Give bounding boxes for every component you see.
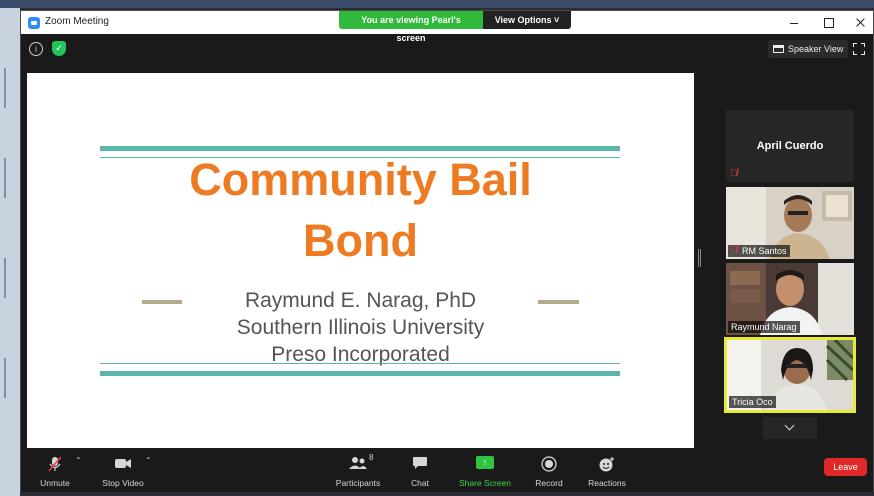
participant-name: Raymund Narag bbox=[728, 321, 800, 333]
unmute-button[interactable]: Unmute bbox=[31, 452, 79, 488]
share-screen-icon: ↑ bbox=[476, 456, 494, 469]
slide-title-line-2: Bond bbox=[303, 215, 418, 266]
video-options-caret[interactable]: ⌃ bbox=[145, 456, 152, 465]
mic-muted-icon: 🎙̸ bbox=[730, 168, 738, 179]
participant-name: April Cuerdo bbox=[756, 140, 824, 152]
participant-tile[interactable]: April Cuerdo 🎙̸ bbox=[726, 110, 854, 182]
participants-icon bbox=[349, 457, 367, 469]
reactions-button[interactable]: Reactions bbox=[585, 452, 629, 488]
screen-share-banner: You are viewing Pearl's screen View Opti… bbox=[339, 11, 571, 43]
desktop-taskbar-strip bbox=[0, 0, 874, 8]
panel-resize-handle[interactable] bbox=[698, 249, 701, 267]
unmute-label: Unmute bbox=[40, 478, 70, 488]
chat-button[interactable]: Chat bbox=[403, 452, 437, 488]
participant-tile[interactable]: Raymund Narag bbox=[726, 263, 854, 335]
participant-tile-active-speaker[interactable]: Tricia Oco bbox=[724, 337, 856, 413]
reactions-icon bbox=[599, 457, 614, 472]
desktop-background bbox=[0, 8, 20, 496]
speaker-view-button[interactable]: Speaker View bbox=[768, 40, 848, 58]
audio-options-caret[interactable]: ⌃ bbox=[75, 456, 82, 465]
record-label: Record bbox=[535, 478, 563, 488]
viewing-screen-label: You are viewing Pearl's screen bbox=[339, 11, 483, 43]
speaker-view-label: Speaker View bbox=[788, 44, 844, 54]
close-button[interactable] bbox=[843, 14, 874, 31]
participant-name: 🎙̸ RM Santos bbox=[728, 245, 790, 257]
video-camera-icon bbox=[115, 459, 131, 468]
fullscreen-icon[interactable] bbox=[853, 43, 865, 55]
speaker-view-icon bbox=[773, 45, 784, 53]
slide-top-accent-bar bbox=[100, 146, 620, 151]
stop-video-button[interactable]: Stop Video bbox=[97, 452, 149, 488]
stop-video-label: Stop Video bbox=[102, 478, 144, 488]
maximize-button[interactable] bbox=[811, 14, 845, 31]
view-options-button[interactable]: View Options ˅ bbox=[483, 11, 571, 29]
chat-icon bbox=[413, 457, 427, 469]
slide-bottom-accent-line bbox=[100, 363, 620, 364]
share-screen-label: Share Screen bbox=[459, 478, 511, 488]
participants-button[interactable]: 8 Participants bbox=[333, 452, 383, 488]
shared-screen-slide: Community Bail Bond Raymund E. Narag, Ph… bbox=[27, 73, 694, 448]
chat-label: Chat bbox=[411, 478, 429, 488]
slide-title-line-1: Community Bail bbox=[189, 154, 532, 205]
window-title: Zoom Meeting bbox=[45, 16, 109, 27]
participant-name: Tricia Oco bbox=[729, 396, 776, 408]
info-icon[interactable]: i bbox=[29, 42, 43, 56]
presenter-affiliation: Southern Illinois University bbox=[236, 316, 485, 339]
record-button[interactable]: Record bbox=[531, 452, 567, 488]
minimize-button[interactable] bbox=[777, 14, 811, 31]
presenter-name: Raymund E. Narag, PhD bbox=[244, 289, 477, 312]
mic-muted-icon: 🎙̸ bbox=[730, 245, 738, 256]
participants-count: 8 bbox=[369, 453, 374, 462]
zoom-meeting-window: Zoom Meeting You are viewing Pearl's scr… bbox=[20, 10, 874, 492]
slide-bottom-accent-bar bbox=[100, 371, 620, 376]
record-icon bbox=[541, 456, 557, 472]
reactions-label: Reactions bbox=[588, 478, 626, 488]
participant-tile[interactable]: 🎙̸ RM Santos bbox=[726, 187, 854, 259]
leave-button[interactable]: Leave bbox=[824, 458, 867, 476]
share-screen-button[interactable]: ↑ Share Screen bbox=[457, 452, 513, 488]
participants-label: Participants bbox=[335, 478, 381, 488]
zoom-logo-icon bbox=[28, 17, 40, 29]
shield-icon[interactable]: ✓ bbox=[52, 41, 66, 56]
meeting-toolbar: Unmute ⌃ Stop Video ⌃ 8 Participants Cha… bbox=[21, 448, 873, 492]
mic-muted-icon bbox=[48, 456, 62, 472]
chevron-down-icon[interactable] bbox=[763, 417, 817, 439]
